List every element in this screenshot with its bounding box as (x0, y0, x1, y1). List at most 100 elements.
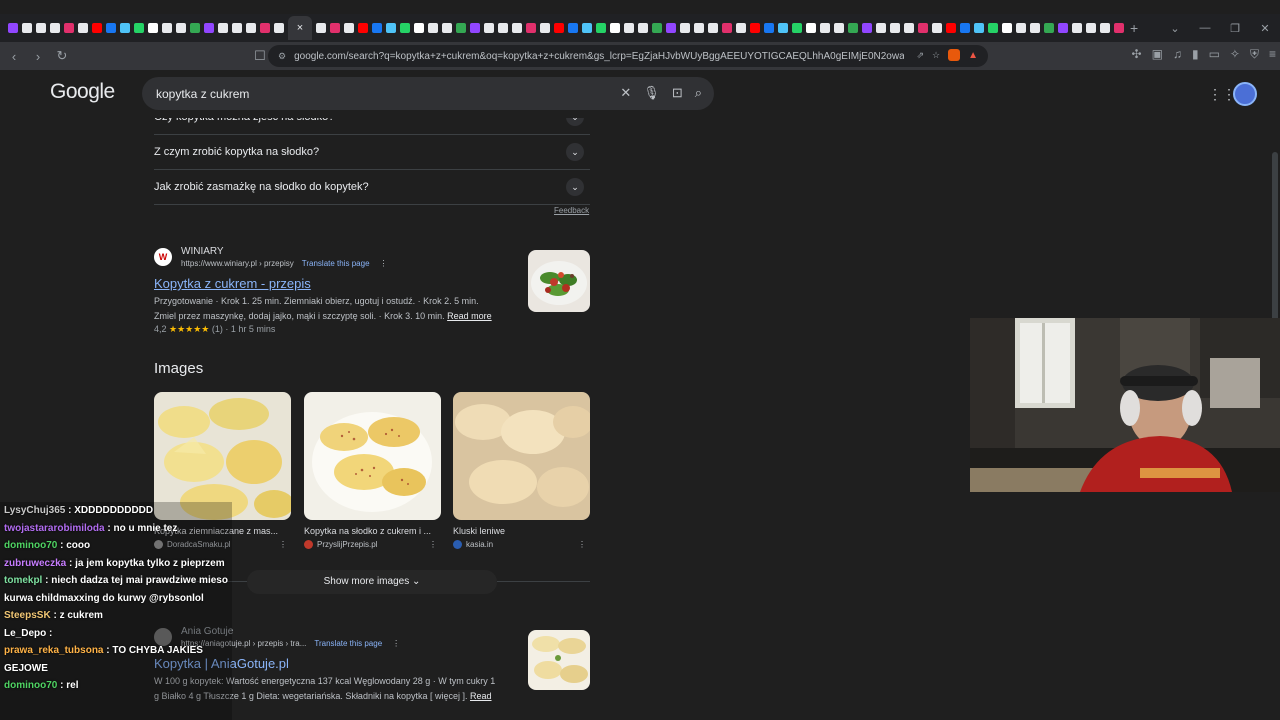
tab-favicon-icon[interactable] (1044, 23, 1054, 33)
tab-favicon-icon[interactable] (274, 23, 284, 33)
bookmark-icon[interactable]: ☐ (250, 48, 270, 64)
tab-favicon-icon[interactable] (582, 23, 592, 33)
chat-username[interactable]: twojastararobimiloda (4, 523, 105, 534)
tab-favicon-icon[interactable] (22, 23, 32, 33)
star-icon[interactable]: ☆ (932, 50, 940, 61)
tab-favicon-icon[interactable] (330, 23, 340, 33)
tab-favicon-icon[interactable] (442, 23, 452, 33)
tab-favicon-icon[interactable] (190, 23, 200, 33)
google-logo[interactable]: Google (50, 80, 115, 104)
tab-favicon-icon[interactable] (946, 23, 956, 33)
tab-favicon-icon[interactable] (960, 23, 970, 33)
tab-favicon-icon[interactable] (848, 23, 858, 33)
tab-favicon-icon[interactable] (218, 23, 228, 33)
site-info-icon[interactable]: ⚙ (278, 51, 286, 62)
tab-favicon-icon[interactable] (204, 23, 214, 33)
read-more-link[interactable]: Read more (447, 311, 492, 321)
image-card[interactable]: Kluski leniwe kasia.in ⋮ (453, 392, 590, 549)
tab-favicon-icon[interactable] (918, 23, 928, 33)
tab-favicon-icon[interactable] (904, 23, 914, 33)
chevron-down-icon[interactable]: ⌄ (566, 143, 584, 161)
tab-favicon-icon[interactable] (778, 23, 788, 33)
tab-favicon-icon[interactable] (736, 23, 746, 33)
more-options-icon[interactable]: ⋮ (429, 540, 437, 549)
tab-favicon-icon[interactable] (232, 23, 242, 33)
back-button[interactable]: ‹ (4, 49, 24, 64)
tab-favicon-icon[interactable] (316, 23, 326, 33)
more-options-icon[interactable]: ⋮ (578, 540, 586, 549)
address-bar[interactable]: ⚙ google.com/search?q=kopytka+z+cukrem&o… (268, 45, 988, 67)
tab-favicon-icon[interactable] (680, 23, 690, 33)
tab-favicon-icon[interactable] (568, 23, 578, 33)
read-more-link[interactable]: Read (470, 691, 492, 701)
chat-username[interactable]: dominoo70 (4, 680, 57, 691)
tab-favicon-icon[interactable] (358, 23, 368, 33)
chat-username[interactable]: Le_Depo (4, 628, 46, 639)
tab-favicon-icon[interactable] (1016, 23, 1026, 33)
search-box[interactable]: ✕ 🎙 ⊡ ⌕ (142, 77, 714, 110)
tab-favicon-icon[interactable] (974, 23, 984, 33)
more-options-icon[interactable]: ⋮ (380, 259, 388, 268)
extension-box-icon[interactable]: ▣ (1152, 47, 1163, 62)
tab-favicon-icon[interactable] (876, 23, 886, 33)
tab-favicon-icon[interactable] (1100, 23, 1110, 33)
paa-item[interactable]: Z czym zrobić kopytka na słodko? ⌄ (154, 135, 590, 170)
tab-favicon-icon[interactable] (1058, 23, 1068, 33)
chat-username[interactable]: prawa_reka_tubsona (4, 645, 104, 656)
tab-favicon-icon[interactable] (596, 23, 606, 33)
vpn-icon[interactable]: ⛨ (1250, 47, 1259, 62)
tab-favicon-icon[interactable] (470, 23, 480, 33)
tab-favicon-icon[interactable] (78, 23, 88, 33)
tab-favicon-icon[interactable] (652, 23, 662, 33)
rewards-icon[interactable]: ▲ (968, 50, 978, 61)
search-icon[interactable]: ⌕ (695, 85, 702, 101)
close-window-button[interactable]: ✕ (1250, 22, 1280, 35)
tab-favicon-icon[interactable] (400, 23, 410, 33)
lens-icon[interactable]: ⊡ (672, 85, 683, 101)
sidebar-icon[interactable]: ▮ (1192, 47, 1199, 62)
restore-button[interactable]: ❐ (1220, 22, 1250, 35)
account-avatar[interactable] (1233, 82, 1257, 106)
tab-favicon-icon[interactable] (484, 23, 494, 33)
tab-favicon-icon[interactable] (134, 23, 144, 33)
tab-favicon-icon[interactable] (554, 23, 564, 33)
tab-favicon-icon[interactable] (176, 23, 186, 33)
tab-favicon-icon[interactable] (988, 23, 998, 33)
tab-favicon-icon[interactable] (428, 23, 438, 33)
tab-favicon-icon[interactable] (890, 23, 900, 33)
tab-favicon-icon[interactable] (148, 23, 158, 33)
result-thumbnail[interactable] (528, 630, 590, 690)
tab-favicon-icon[interactable] (820, 23, 830, 33)
reload-button[interactable]: ↻ (52, 48, 72, 64)
minimize-button[interactable]: — (1190, 22, 1220, 34)
chat-username[interactable]: tomekpl (4, 575, 42, 586)
tab-favicon-icon[interactable] (638, 23, 648, 33)
active-tab[interactable]: × (288, 16, 312, 40)
tab-favicon-icon[interactable] (344, 23, 354, 33)
tab-favicon-icon[interactable] (862, 23, 872, 33)
tab-favicon-icon[interactable] (498, 23, 508, 33)
image-caption[interactable]: Kluski leniwe (453, 526, 590, 536)
more-options-icon[interactable]: ⋮ (392, 639, 400, 648)
tab-favicon-icon[interactable] (666, 23, 676, 33)
chat-username[interactable]: zubruweczka (4, 558, 66, 569)
translate-link[interactable]: Translate this page (302, 259, 370, 268)
chat-username[interactable]: LysyChuj365 (4, 505, 65, 516)
image-caption[interactable]: Kopytka na słodko z cukrem i ... (304, 526, 441, 536)
tab-favicon-icon[interactable] (1072, 23, 1082, 33)
result-thumbnail[interactable] (528, 250, 590, 312)
tab-favicon-icon[interactable] (1114, 23, 1124, 33)
image-card[interactable]: Kopytka na słodko z cukrem i ... Przysli… (304, 392, 441, 549)
tab-close-icon[interactable]: × (297, 22, 303, 34)
tab-favicon-icon[interactable] (162, 23, 172, 33)
tab-favicon-icon[interactable] (932, 23, 942, 33)
tab-favicon-icon[interactable] (8, 23, 18, 33)
tab-favicon-icon[interactable] (722, 23, 732, 33)
image-thumbnail[interactable] (154, 392, 291, 520)
tab-favicon-icon[interactable] (624, 23, 634, 33)
tab-favicon-icon[interactable] (92, 23, 102, 33)
tab-favicon-icon[interactable] (512, 23, 522, 33)
tab-favicon-icon[interactable] (372, 23, 382, 33)
tab-favicon-icon[interactable] (64, 23, 74, 33)
tab-favicon-icon[interactable] (106, 23, 116, 33)
